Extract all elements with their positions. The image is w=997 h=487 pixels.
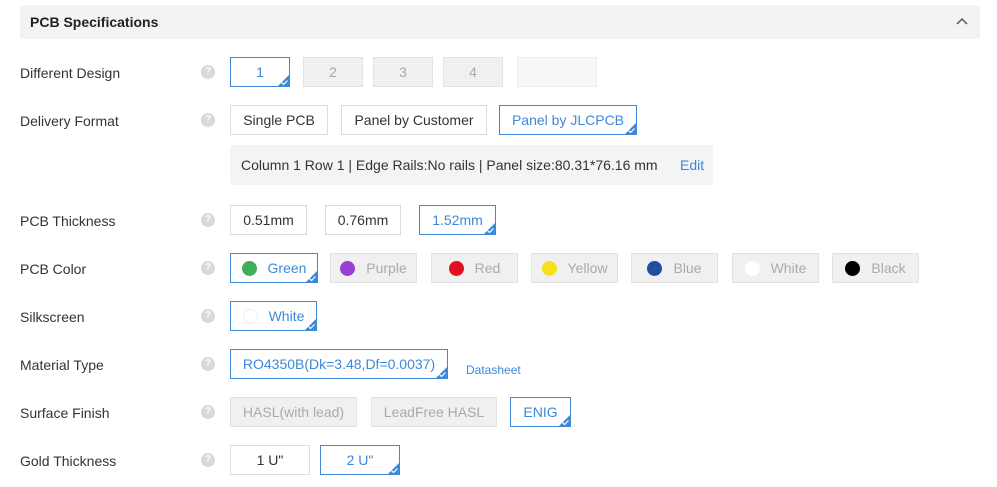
option-different-design-custom[interactable] bbox=[517, 57, 597, 87]
option-thickness-1-52[interactable]: 1.52mm bbox=[419, 205, 496, 235]
row-surface-finish: Surface Finish ? HASL(with lead) LeadFre… bbox=[0, 397, 997, 427]
check-icon bbox=[309, 276, 316, 281]
color-swatch-blue bbox=[647, 261, 663, 276]
check-icon bbox=[562, 420, 569, 425]
question-circle-icon[interactable]: ? bbox=[201, 405, 215, 419]
row-delivery-format: Delivery Format ? Single PCB Panel by Cu… bbox=[0, 105, 997, 135]
option-label: RO4350B(Dk=3.48,Df=0.0037) bbox=[242, 356, 436, 372]
option-color-green[interactable]: Green bbox=[230, 253, 318, 283]
option-enig[interactable]: ENIG bbox=[510, 397, 571, 427]
option-different-design-1[interactable]: 1 bbox=[230, 57, 290, 87]
option-color-black[interactable]: Black bbox=[832, 253, 919, 283]
question-circle-icon[interactable]: ? bbox=[201, 261, 215, 275]
check-icon bbox=[439, 372, 446, 377]
color-swatch-red bbox=[448, 261, 464, 276]
color-swatch-white bbox=[744, 261, 760, 276]
option-different-design-4[interactable]: 4 bbox=[443, 57, 503, 87]
option-label: Green bbox=[267, 260, 307, 276]
option-single-pcb[interactable]: Single PCB bbox=[230, 105, 328, 135]
row-label: Material Type bbox=[20, 357, 104, 373]
option-label: Purple bbox=[366, 260, 407, 276]
option-label: Blue bbox=[673, 260, 702, 276]
row-label: Different Design bbox=[20, 65, 121, 81]
option-different-design-3[interactable]: 3 bbox=[373, 57, 433, 87]
row-pcb-thickness: PCB Thickness ? 0.51mm 0.76mm 1.52mm bbox=[0, 205, 997, 235]
option-panel-by-jlcpcb[interactable]: Panel by JLCPCB bbox=[499, 105, 637, 135]
question-circle-icon[interactable]: ? bbox=[201, 309, 215, 323]
option-label: Black bbox=[871, 260, 906, 276]
option-thickness-0-76[interactable]: 0.76mm bbox=[325, 205, 401, 235]
option-label: White bbox=[770, 260, 807, 276]
option-label: 1 bbox=[256, 64, 264, 80]
option-label: LeadFree HASL bbox=[383, 404, 485, 420]
option-label: Yellow bbox=[567, 260, 608, 276]
color-swatch-yellow bbox=[541, 261, 557, 276]
check-icon bbox=[628, 128, 635, 133]
option-label: Panel by JLCPCB bbox=[511, 112, 625, 128]
question-circle-icon[interactable]: ? bbox=[201, 453, 215, 467]
option-label: HASL(with lead) bbox=[242, 404, 345, 420]
check-icon bbox=[308, 324, 315, 329]
option-label: White bbox=[268, 308, 305, 324]
color-swatch-black bbox=[845, 261, 861, 276]
option-different-design-2[interactable]: 2 bbox=[303, 57, 363, 87]
panel-info-box: Column 1 Row 1 | Edge Rails:No rails | P… bbox=[230, 145, 713, 185]
color-swatch-white bbox=[242, 309, 258, 324]
color-swatch-green bbox=[241, 261, 257, 276]
option-color-red[interactable]: Red bbox=[431, 253, 518, 283]
row-label: Silkscreen bbox=[20, 309, 85, 325]
check-icon bbox=[281, 80, 288, 85]
question-circle-icon[interactable]: ? bbox=[201, 213, 215, 227]
option-label: 0.76mm bbox=[337, 212, 389, 228]
option-label: 2 U" bbox=[346, 452, 374, 468]
row-pcb-color: PCB Color ? Green Purple Red Yellow Blue… bbox=[0, 253, 997, 283]
option-label: 0.51mm bbox=[243, 212, 294, 228]
option-gold-1u[interactable]: 1 U" bbox=[230, 445, 310, 475]
option-label: 3 bbox=[399, 64, 407, 80]
color-swatch-purple bbox=[340, 261, 356, 276]
option-label: Panel by Customer bbox=[354, 112, 474, 128]
row-label: Delivery Format bbox=[20, 113, 119, 129]
row-silkscreen: Silkscreen ? White bbox=[0, 301, 997, 331]
option-color-blue[interactable]: Blue bbox=[631, 253, 718, 283]
row-material-type: Material Type ? RO4350B(Dk=3.48,Df=0.003… bbox=[0, 349, 997, 379]
question-circle-icon[interactable]: ? bbox=[201, 113, 215, 127]
option-silkscreen-white[interactable]: White bbox=[230, 301, 317, 331]
option-panel-by-customer[interactable]: Panel by Customer bbox=[341, 105, 487, 135]
option-leadfree-hasl[interactable]: LeadFree HASL bbox=[371, 397, 497, 427]
option-label: Red bbox=[474, 260, 501, 276]
section-title: PCB Specifications bbox=[30, 14, 159, 30]
option-color-white[interactable]: White bbox=[732, 253, 819, 283]
row-label: PCB Thickness bbox=[20, 213, 116, 229]
panel-info-text: Column 1 Row 1 | Edge Rails:No rails | P… bbox=[241, 157, 658, 173]
check-icon bbox=[487, 228, 494, 233]
section-header-pcb-specifications[interactable]: PCB Specifications bbox=[20, 5, 980, 39]
question-circle-icon[interactable]: ? bbox=[201, 65, 215, 79]
option-color-purple[interactable]: Purple bbox=[330, 253, 417, 283]
option-hasl-with-lead[interactable]: HASL(with lead) bbox=[230, 397, 357, 427]
option-material-ro4350b[interactable]: RO4350B(Dk=3.48,Df=0.0037) bbox=[230, 349, 448, 379]
row-gold-thickness: Gold Thickness ? 1 U" 2 U" bbox=[0, 445, 997, 475]
option-label: Single PCB bbox=[243, 112, 315, 128]
panel-edit-link[interactable]: Edit bbox=[680, 157, 704, 173]
check-icon bbox=[391, 468, 398, 473]
option-color-yellow[interactable]: Yellow bbox=[531, 253, 618, 283]
option-label: 4 bbox=[469, 64, 477, 80]
option-label: 1 U" bbox=[256, 452, 284, 468]
option-label: ENIG bbox=[523, 404, 558, 420]
row-label: Gold Thickness bbox=[20, 453, 117, 469]
row-label: Surface Finish bbox=[20, 405, 110, 421]
datasheet-link[interactable]: Datasheet bbox=[466, 363, 521, 377]
question-circle-icon[interactable]: ? bbox=[201, 357, 215, 371]
row-label: PCB Color bbox=[20, 261, 87, 277]
option-label: 1.52mm bbox=[432, 212, 483, 228]
option-thickness-0-51[interactable]: 0.51mm bbox=[230, 205, 307, 235]
row-different-design: Different Design ? 1 2 3 4 bbox=[0, 57, 997, 87]
option-label: 2 bbox=[329, 64, 337, 80]
option-gold-2u[interactable]: 2 U" bbox=[320, 445, 400, 475]
chevron-up-icon[interactable] bbox=[956, 16, 968, 28]
